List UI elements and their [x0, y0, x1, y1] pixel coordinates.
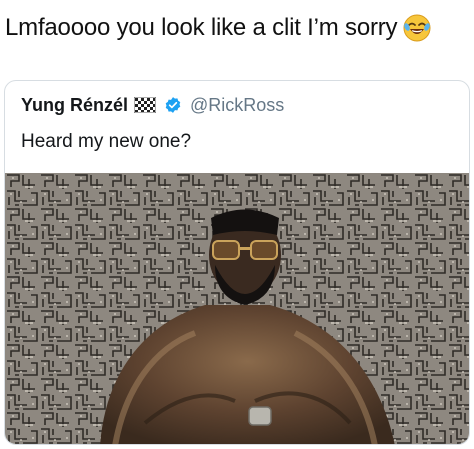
checkered-flag-icon — [133, 96, 157, 114]
display-name[interactable]: Yung Rénzél — [21, 95, 128, 116]
verified-badge-icon — [164, 96, 182, 114]
meme-post: Lmfaoooo you look like a clit I’m sorry … — [0, 0, 474, 449]
tweet-header: Yung Rénzél @RickRoss — [21, 93, 284, 117]
tweet-photo[interactable] — [5, 173, 469, 444]
tweet-card[interactable]: Yung Rénzél @RickRoss Heard my new one? — [4, 80, 470, 445]
caption-text: Lmfaoooo you look like a clit I’m sorry — [5, 14, 398, 41]
user-handle[interactable]: @RickRoss — [190, 95, 284, 116]
meme-caption: Lmfaoooo you look like a clit I’m sorry — [5, 6, 431, 50]
laughing-emoji-icon — [403, 14, 431, 42]
tweet-text: Heard my new one? — [21, 131, 192, 152]
